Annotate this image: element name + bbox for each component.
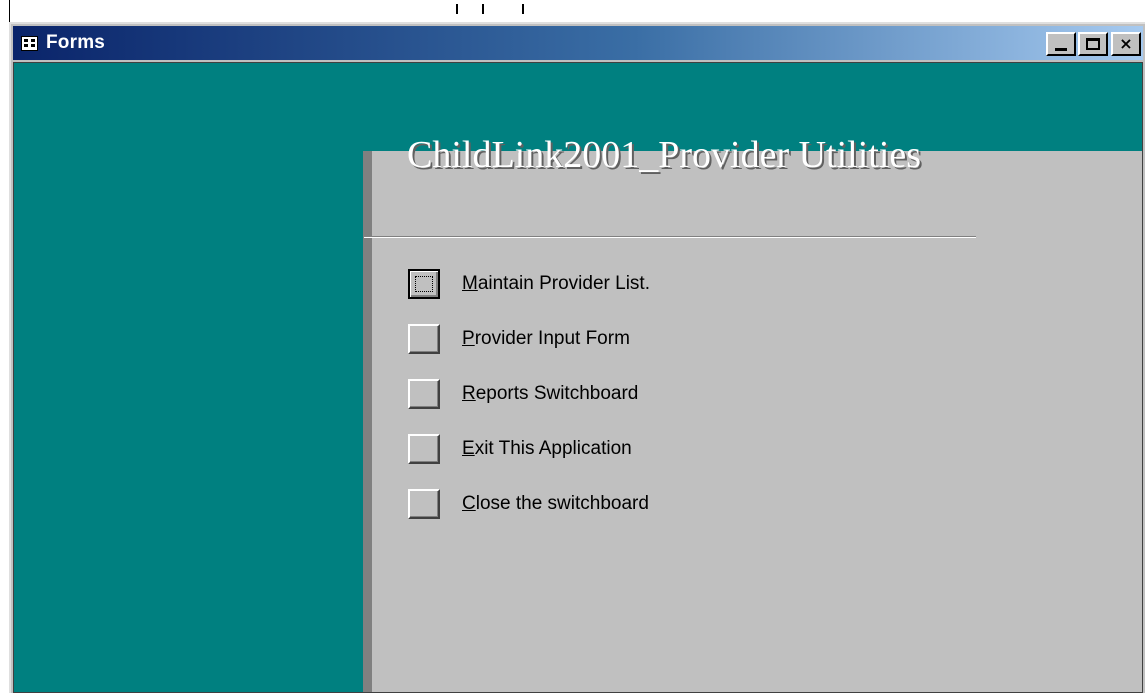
menu-item-label[interactable]: Provider Input Form — [462, 328, 630, 350]
title-bar[interactable]: Forms × — [13, 26, 1143, 60]
window-title: Forms — [46, 32, 106, 53]
background-window-edge — [0, 0, 1145, 22]
menu-item-label[interactable]: Exit This Application — [462, 438, 632, 460]
minimize-button[interactable] — [1046, 32, 1076, 56]
menu-item-maintain-provider-list[interactable]: Maintain Provider List. — [408, 256, 650, 311]
switchboard-title: ChildLink2001_Provider Utilities — [407, 134, 922, 176]
form-icon[interactable] — [21, 35, 38, 51]
provider-input-form-button[interactable] — [408, 323, 440, 354]
panel-shadow — [363, 151, 372, 692]
reports-switchboard-button[interactable] — [408, 378, 440, 409]
menu-item-close-switchboard[interactable]: Close the switchboard — [408, 476, 650, 531]
menu-item-exit-application[interactable]: Exit This Application — [408, 421, 650, 476]
switchboard-menu: Maintain Provider List. Provider Input F… — [408, 256, 650, 531]
maximize-button[interactable] — [1078, 32, 1108, 56]
close-icon: × — [1119, 34, 1133, 53]
menu-item-label[interactable]: Close the switchboard — [462, 493, 649, 515]
window-controls: × — [1044, 32, 1141, 56]
close-switchboard-button[interactable] — [408, 488, 440, 519]
title-divider — [364, 236, 976, 238]
maintain-provider-list-button[interactable] — [408, 268, 440, 299]
menu-item-label[interactable]: Maintain Provider List. — [462, 273, 650, 295]
menu-item-reports-switchboard[interactable]: Reports Switchboard — [408, 366, 650, 421]
minimize-icon — [1055, 47, 1067, 51]
screen: Forms × ChildLink2001_Provider Utilities — [0, 0, 1145, 693]
menu-item-label[interactable]: Reports Switchboard — [462, 383, 638, 405]
forms-window: Forms × ChildLink2001_Provider Utilities — [9, 22, 1145, 693]
switchboard-form: ChildLink2001_Provider Utilities Maintai… — [13, 62, 1143, 693]
menu-item-provider-input-form[interactable]: Provider Input Form — [408, 311, 650, 366]
exit-application-button[interactable] — [408, 433, 440, 464]
close-button[interactable]: × — [1111, 32, 1141, 56]
maximize-icon — [1086, 38, 1100, 50]
